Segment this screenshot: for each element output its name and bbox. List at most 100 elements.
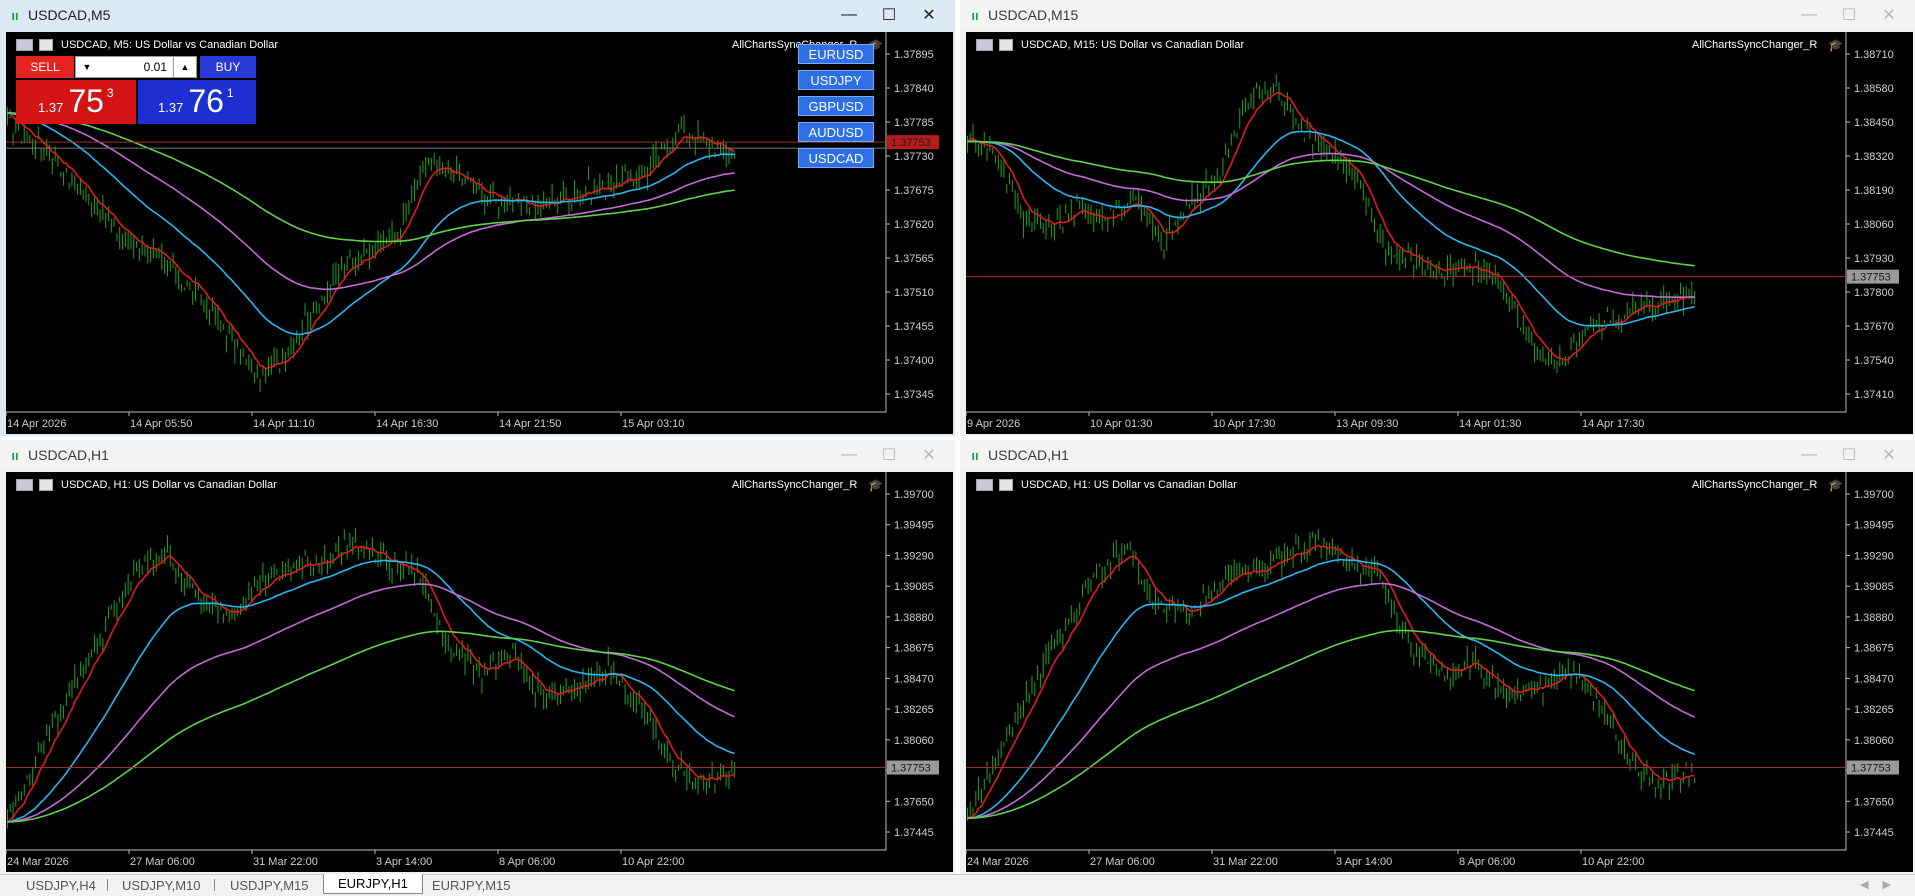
window-divider — [955, 0, 960, 874]
lot-size-input[interactable]: ▼ 0.01 ▲ — [75, 56, 197, 78]
tab-eurjpy-m15[interactable]: EURJPY,M15 — [432, 875, 511, 895]
bid-price-label: 1.37753 — [1851, 763, 1891, 775]
mini-chart-icon — [39, 479, 53, 491]
chart-area[interactable]: 1.39700 1.39495 1.39290 1.39085 1.38880 1.386… — [966, 472, 1913, 872]
maximize-icon[interactable]: ☐ — [1829, 0, 1869, 30]
moving-average-line — [967, 140, 1695, 299]
moving-average-line — [7, 112, 735, 291]
maximize-icon[interactable]: ☐ — [869, 440, 909, 470]
close-icon[interactable]: ✕ — [909, 440, 949, 470]
indicator-name: AllChartsSyncChanger_R — [732, 479, 858, 491]
x-tick-label: 10 Apr 22:00 — [1582, 856, 1644, 868]
mini-chart-icon — [39, 39, 53, 51]
y-tick-label: 1.39290 — [894, 550, 934, 562]
y-tick-label: 1.38060 — [894, 735, 934, 747]
window-title-bar[interactable]: ıı USDCAD,M15 — ☐ ✕ — [960, 0, 1915, 30]
price-chart[interactable]: 1.38710 1.38580 1.38450 1.38320 1.38190 1.380… — [966, 32, 1913, 434]
x-tick-label: 31 Mar 22:00 — [253, 856, 318, 868]
minimize-icon[interactable]: — — [1789, 440, 1829, 470]
window-title: USDCAD,M15 — [988, 7, 1079, 23]
symbol-button-usdjpy[interactable]: USDJPY — [798, 70, 874, 90]
chart-area[interactable]: 1.37895 1.37840 1.37785 1.37730 1.37675 1.376… — [6, 32, 953, 434]
y-tick-label: 1.37565 — [894, 253, 934, 265]
minimize-icon[interactable]: — — [1789, 0, 1829, 30]
symbol-button-usdcad[interactable]: USDCAD — [798, 148, 874, 168]
y-tick-label: 1.37930 — [1854, 253, 1894, 265]
lot-increase-icon[interactable]: ▲ — [173, 57, 196, 77]
chart-bars-icon: ıı — [11, 447, 19, 463]
sell-button[interactable]: SELL — [16, 56, 74, 78]
bid-price-label: 1.37753 — [1851, 272, 1891, 284]
window-title-bar[interactable]: ıı USDCAD,M5 — ☐ ✕ — [0, 0, 955, 30]
price-chart[interactable]: 1.39700 1.39495 1.39290 1.39085 1.38880 1.386… — [6, 472, 953, 872]
buy-price-button[interactable]: 1.37 76 1 — [138, 80, 256, 124]
bid-price-label: 1.37753 — [891, 763, 931, 775]
chart-window-usdcad-m5[interactable]: ıı USDCAD,M5 — ☐ ✕ 1.37895 1.37840 1.37785… — [0, 0, 955, 436]
maximize-icon[interactable]: ☐ — [869, 0, 909, 30]
x-tick-label: 27 Mar 06:00 — [130, 856, 195, 868]
y-tick-label: 1.37540 — [1854, 355, 1894, 367]
close-icon[interactable]: ✕ — [1869, 440, 1909, 470]
close-icon[interactable]: ✕ — [909, 0, 949, 30]
y-tick-label: 1.38470 — [1854, 673, 1894, 685]
chart-area[interactable]: 1.39700 1.39495 1.39290 1.39085 1.38880 1.386… — [6, 472, 953, 872]
y-tick-label: 1.37840 — [894, 83, 934, 95]
symbol-button-gbpusd[interactable]: GBPUSD — [798, 96, 874, 116]
tab-usdjpy-m10[interactable]: USDJPY,M10 — [122, 875, 201, 895]
lot-decrease-icon[interactable]: ▼ — [76, 57, 98, 77]
moving-average-line — [7, 630, 735, 823]
chart-window-usdcad-h1[interactable]: ıı USDCAD,H1 — ☐ ✕ 1.39700 1.39495 1.39290… — [0, 440, 955, 874]
graduation-cap-icon: 🎓 — [868, 478, 883, 492]
window-title-bar[interactable]: ıı USDCAD,H1 — ☐ ✕ — [960, 440, 1915, 470]
x-tick-label: 9 Apr 2026 — [967, 418, 1020, 430]
x-tick-label: 14 Apr 2026 — [7, 418, 66, 430]
moving-average-line — [967, 629, 1695, 819]
y-tick-label: 1.37410 — [1854, 389, 1894, 401]
symbol-button-eurusd[interactable]: EURUSD — [798, 44, 874, 64]
x-tick-label: 24 Mar 2026 — [7, 856, 69, 868]
tab-scroll-arrows-icon[interactable]: ◀▶ — [1860, 878, 1905, 891]
maximize-icon[interactable]: ☐ — [1829, 440, 1869, 470]
close-icon[interactable]: ✕ — [1869, 0, 1909, 30]
chart-area[interactable]: 1.38710 1.38580 1.38450 1.38320 1.38190 1.380… — [966, 32, 1913, 434]
tab-usdjpy-m15[interactable]: USDJPY,M15 — [230, 875, 309, 895]
y-tick-label: 1.38880 — [1854, 612, 1894, 624]
x-tick-label: 14 Apr 11:10 — [253, 418, 315, 430]
flag-icon — [976, 39, 993, 51]
x-tick-label: 10 Apr 17:30 — [1213, 418, 1275, 430]
tab-usdjpy-h4[interactable]: USDJPY,H4 — [26, 875, 96, 895]
y-tick-label: 1.38060 — [1854, 219, 1894, 231]
window-title: USDCAD,H1 — [28, 447, 109, 463]
y-tick-label: 1.38470 — [894, 673, 934, 685]
y-tick-label: 1.37730 — [894, 151, 934, 163]
buy-button[interactable]: BUY — [200, 56, 256, 78]
sell-price-button[interactable]: 1.37 75 3 — [16, 80, 136, 124]
indicator-name: AllChartsSyncChanger_R — [1692, 39, 1818, 51]
bid-price-label: 1.37753 — [891, 137, 931, 149]
lot-value[interactable]: 0.01 — [98, 60, 173, 74]
graduation-cap-icon: 🎓 — [1828, 478, 1843, 492]
chart-symbol-label: USDCAD, M5: US Dollar vs Canadian Dollar — [16, 39, 278, 51]
y-tick-label: 1.39700 — [894, 489, 934, 501]
chart-tabs-bar: USDJPY,H4 USDJPY,M10 USDJPY,M15 EURJPY,H… — [0, 874, 1915, 896]
window-title-bar[interactable]: ıı USDCAD,H1 — ☐ ✕ — [0, 440, 955, 470]
y-tick-label: 1.37650 — [894, 796, 934, 808]
x-tick-label: 13 Apr 09:30 — [1336, 418, 1398, 430]
tab-eurjpy-h1[interactable]: EURJPY,H1 — [323, 874, 423, 894]
y-tick-label: 1.39085 — [894, 581, 934, 593]
y-tick-label: 1.38710 — [1854, 49, 1894, 61]
chart-window-usdcad-h1-2[interactable]: ıı USDCAD,H1 — ☐ ✕ 1.39700 1.39495 1.39290… — [960, 440, 1915, 874]
chart-bars-icon: ıı — [971, 7, 979, 23]
y-tick-label: 1.37445 — [894, 827, 934, 839]
moving-average-line — [7, 112, 735, 243]
y-tick-label: 1.37510 — [894, 287, 934, 299]
y-tick-label: 1.37650 — [1854, 796, 1894, 808]
chart-window-usdcad-m15[interactable]: ıı USDCAD,M15 — ☐ ✕ 1.38710 1.38580 1.3845… — [960, 0, 1915, 436]
y-tick-label: 1.37445 — [1854, 827, 1894, 839]
x-tick-label: 14 Apr 01:30 — [1459, 418, 1521, 430]
symbol-button-audusd[interactable]: AUDUSD — [798, 122, 874, 142]
minimize-icon[interactable]: — — [829, 440, 869, 470]
window-title: USDCAD,M5 — [28, 7, 111, 23]
price-chart[interactable]: 1.39700 1.39495 1.39290 1.39085 1.38880 1.386… — [966, 472, 1913, 872]
minimize-icon[interactable]: — — [829, 0, 869, 30]
